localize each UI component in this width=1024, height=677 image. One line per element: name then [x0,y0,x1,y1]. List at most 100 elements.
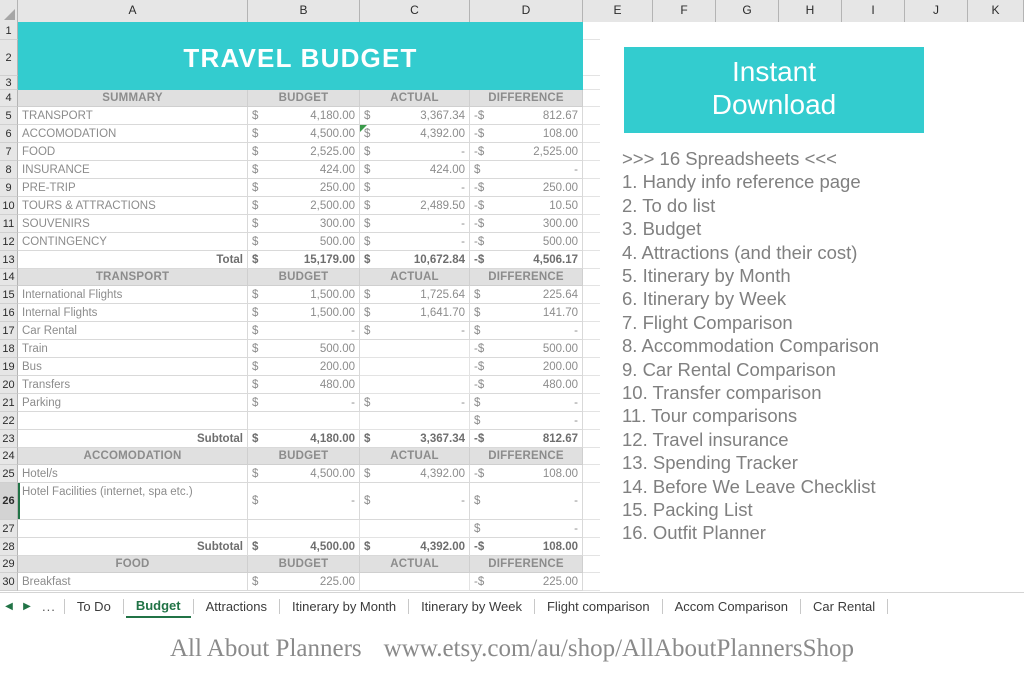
cell-amount[interactable]: $ - [470,161,583,179]
section-header-actual[interactable]: ACTUAL [360,269,470,286]
column-header-d[interactable]: D [470,0,583,22]
next-sheet-icon[interactable]: ▶ [18,601,36,612]
cell-amount[interactable]: -$ 500.00 [470,340,583,358]
row-header-19[interactable]: 19 [0,358,18,376]
cell-amount[interactable]: -$ 500.00 [470,233,583,251]
section-header-label[interactable]: FOOD [18,556,248,573]
row-header-24[interactable]: 24 [0,448,18,465]
row-header-1[interactable]: 1 [0,22,18,40]
cell-amount[interactable]: -$ 108.00 [470,538,583,556]
cell-label[interactable]: Transfers [18,376,248,394]
row-header-6[interactable]: 6 [0,125,18,143]
sheet-tab-car-rental[interactable]: Car Rental [803,596,885,617]
row-header-18[interactable]: 18 [0,340,18,358]
sheet-overflow-icon[interactable]: ... [36,599,62,614]
cell-amount[interactable]: $4,500.00 [248,465,360,483]
sheet-tab-attractions[interactable]: Attractions [196,596,277,617]
sheet-tab-to-do[interactable]: To Do [67,596,121,617]
column-header-e[interactable]: E [583,0,653,22]
cell-label[interactable]: Car Rental [18,322,248,340]
cell-amount[interactable]: -$ 4,506.17 [470,251,583,269]
cell-amount[interactable]: $250.00 [248,179,360,197]
row-header-17[interactable]: 17 [0,322,18,340]
cell-label[interactable]: TRANSPORT [18,107,248,125]
sheet-tab-accom-comparison[interactable]: Accom Comparison [665,596,798,617]
cell-amount[interactable]: -$ 108.00 [470,465,583,483]
cell-label[interactable]: TOURS & ATTRACTIONS [18,197,248,215]
section-header-label[interactable]: SUMMARY [18,90,248,107]
row-header-30[interactable]: 30 [0,573,18,591]
cell-amount[interactable]: $480.00 [248,376,360,394]
section-header-actual[interactable]: ACTUAL [360,448,470,465]
column-header-j[interactable]: J [905,0,968,22]
cell-amount[interactable]: $ - [470,412,583,430]
cell-amount[interactable]: $4,500.00 [248,125,360,143]
cell-amount[interactable]: $200.00 [248,358,360,376]
section-header-difference[interactable]: DIFFERENCE [470,556,583,573]
cell-label[interactable] [18,520,248,538]
cell-total-label[interactable]: Subtotal [18,430,248,448]
cell-amount[interactable]: $ - [470,520,583,538]
column-header-i[interactable]: I [842,0,905,22]
row-header-20[interactable]: 20 [0,376,18,394]
cell-amount[interactable]: $1,500.00 [248,286,360,304]
cell-empty[interactable] [360,358,470,376]
cell-empty[interactable] [360,340,470,358]
cell-amount[interactable]: $10,672.84 [360,251,470,269]
row-header-3[interactable]: 3 [0,76,18,90]
cell-amount[interactable]: $ - [360,483,470,520]
cell-amount[interactable]: -$ 108.00 [470,125,583,143]
cell-label[interactable]: FOOD [18,143,248,161]
section-header-label[interactable]: ACCOMODATION [18,448,248,465]
row-header-26[interactable]: 26 [0,483,18,520]
cell-empty[interactable] [360,376,470,394]
row-header-21[interactable]: 21 [0,394,18,412]
cell-label[interactable]: Parking [18,394,248,412]
cell-label[interactable]: PRE-TRIP [18,179,248,197]
cell-amount[interactable]: -$ 250.00 [470,179,583,197]
cell-empty[interactable] [360,412,470,430]
cell-amount[interactable]: $3,367.34 [360,107,470,125]
cell-amount[interactable]: -$ 225.00 [470,573,583,591]
row-header-2[interactable]: 2 [0,40,18,76]
cell-label[interactable]: INSURANCE [18,161,248,179]
column-header-c[interactable]: C [360,0,470,22]
column-header-g[interactable]: G [716,0,779,22]
cell-amount[interactable]: $141.70 [470,304,583,322]
cell-empty[interactable] [360,573,470,591]
cell-amount[interactable]: $4,180.00 [248,430,360,448]
cell-label[interactable]: Hotel Facilities (internet, spa etc.) [18,483,248,520]
row-header-5[interactable]: 5 [0,107,18,125]
cell-amount[interactable]: $ - [248,483,360,520]
cell-label[interactable]: Bus [18,358,248,376]
cell-total-label[interactable]: Total [18,251,248,269]
column-header-k[interactable]: K [968,0,1024,22]
select-all-corner[interactable] [0,0,18,22]
cell-amount[interactable]: $500.00 [248,233,360,251]
cell-amount[interactable]: $15,179.00 [248,251,360,269]
cell-amount[interactable]: $ - [470,322,583,340]
cell-amount[interactable]: $4,180.00 [248,107,360,125]
cell-label[interactable]: International Flights [18,286,248,304]
cell-amount[interactable]: $ - [360,179,470,197]
cell-amount[interactable]: -$ 10.50 [470,197,583,215]
cell-amount[interactable]: $2,525.00 [248,143,360,161]
cell-amount[interactable]: $4,392.00 [360,125,470,143]
section-header-label[interactable]: TRANSPORT [18,269,248,286]
cell-amount[interactable]: $1,500.00 [248,304,360,322]
cell-amount[interactable]: $300.00 [248,215,360,233]
cell-amount[interactable]: $ - [248,394,360,412]
cell-label[interactable]: Train [18,340,248,358]
row-header-8[interactable]: 8 [0,161,18,179]
section-header-actual[interactable]: ACTUAL [360,90,470,107]
cell-amount[interactable]: $2,500.00 [248,197,360,215]
row-header-15[interactable]: 15 [0,286,18,304]
row-header-16[interactable]: 16 [0,304,18,322]
cell-amount[interactable]: $ - [360,322,470,340]
cell-amount[interactable]: $3,367.34 [360,430,470,448]
section-header-difference[interactable]: DIFFERENCE [470,448,583,465]
row-header-10[interactable]: 10 [0,197,18,215]
sheet-tab-flight-comparison[interactable]: Flight comparison [537,596,660,617]
cell-amount[interactable]: $ - [360,394,470,412]
cell-amount[interactable]: -$ 812.67 [470,107,583,125]
